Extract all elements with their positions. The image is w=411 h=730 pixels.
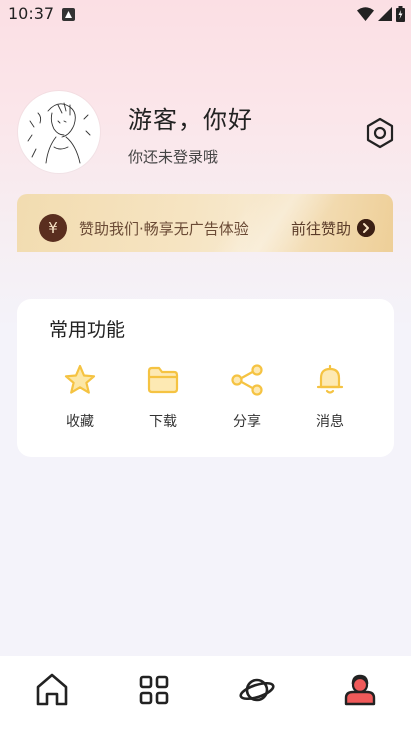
wifi-icon xyxy=(357,7,374,21)
home-icon[interactable] xyxy=(32,670,72,710)
status-time: 10:37 xyxy=(8,4,55,23)
share-icon xyxy=(231,364,263,396)
feature-favorites[interactable]: 收藏 xyxy=(50,363,110,435)
feature-label: 分享 xyxy=(233,414,261,430)
card-title: 常用功能 xyxy=(49,319,126,341)
chevron-right-icon[interactable] xyxy=(357,219,375,237)
common-features-card: 常用功能 收藏 下载 分享 消息 xyxy=(17,299,394,457)
avatar[interactable] xyxy=(18,91,100,173)
planet-icon[interactable] xyxy=(237,670,277,710)
star-icon xyxy=(64,364,96,394)
feature-share[interactable]: 分享 xyxy=(217,363,277,435)
sketch-avatar-icon xyxy=(27,102,91,164)
battery-icon xyxy=(396,6,405,22)
sponsor-link[interactable]: 前往赞助 xyxy=(291,218,351,239)
signal-icon xyxy=(378,7,392,21)
status-bar: 10:37 xyxy=(0,0,411,28)
feature-label: 消息 xyxy=(316,414,344,430)
grid-icon[interactable] xyxy=(134,670,174,710)
notification-icon xyxy=(62,8,75,21)
feature-label: 下载 xyxy=(149,414,177,430)
feature-label: 收藏 xyxy=(66,414,94,430)
profile-icon[interactable] xyxy=(340,670,380,710)
login-prompt[interactable]: 你还未登录哦 xyxy=(128,146,218,167)
bottom-tab-bar xyxy=(0,656,411,730)
yen-icon: ¥ xyxy=(39,214,67,242)
folder-icon xyxy=(147,366,179,394)
sponsor-text: 赞助我们·畅享无广告体验 xyxy=(79,220,249,238)
settings-hexagon-icon[interactable] xyxy=(363,116,397,150)
bell-icon xyxy=(316,364,344,394)
feature-downloads[interactable]: 下载 xyxy=(133,363,193,435)
sponsor-banner[interactable]: ¥ 赞助我们·畅享无广告体验 前往赞助 xyxy=(17,194,393,252)
feature-messages[interactable]: 消息 xyxy=(300,363,360,435)
user-greeting[interactable]: 游客，你好 xyxy=(128,100,253,135)
